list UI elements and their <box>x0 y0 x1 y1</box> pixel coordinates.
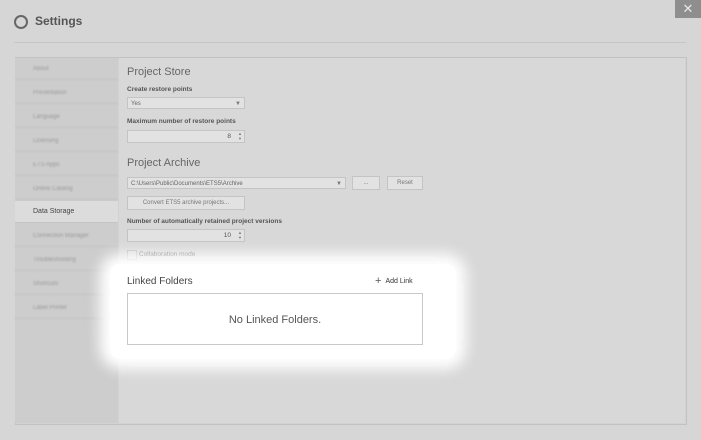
linked-folders-list: No Linked Folders. <box>127 293 423 345</box>
retained-versions-value: 10 <box>223 232 231 239</box>
restore-points-value: Yes <box>131 101 141 107</box>
sidebar-item-troubleshooting[interactable]: Troubleshooting <box>15 249 118 271</box>
sidebar-item-language[interactable]: Language <box>15 106 118 128</box>
project-archive-title: Project Archive <box>127 157 201 169</box>
sidebar-item-label-printer[interactable]: Label Printer <box>15 297 118 319</box>
stepper-arrows-icon[interactable]: ▲ ▼ <box>238 131 242 141</box>
collaboration-mode-checkbox[interactable] <box>127 250 137 260</box>
sidebar-item-about[interactable]: About <box>15 58 118 80</box>
add-link-label: Add Link <box>385 278 413 285</box>
close-button[interactable]: ✕ <box>675 0 701 18</box>
restore-points-label: Create restore points <box>127 86 193 93</box>
project-store-title: Project Store <box>127 66 191 78</box>
sidebar-item-licensing[interactable]: Licensing <box>15 130 118 152</box>
sidebar-item-ets-apps[interactable]: ETS Apps <box>15 154 118 176</box>
chevron-down-icon: ▼ <box>235 101 241 107</box>
restore-points-select[interactable]: Yes ▼ <box>127 97 245 109</box>
reset-button[interactable]: Reset <box>387 176 423 190</box>
retained-versions-label: Number of automatically retained project… <box>127 218 282 225</box>
settings-window: Settings ✕ About Presentation Language L… <box>0 0 701 440</box>
title-divider <box>14 42 686 43</box>
empty-state-text: No Linked Folders. <box>228 314 322 326</box>
max-restore-stepper[interactable]: 8 ▲ ▼ <box>127 130 245 143</box>
linked-folders-title: Linked Folders <box>127 276 193 287</box>
sidebar-item-online-catalog[interactable]: Online Catalog <box>15 178 118 200</box>
sidebar-item-shortcuts[interactable]: Shortcuts <box>15 273 118 295</box>
retained-versions-stepper[interactable]: 10 ▲ ▼ <box>127 229 245 242</box>
app-logo-icon <box>14 15 28 29</box>
collaboration-mode-label: Collaboration mode <box>139 251 196 258</box>
max-restore-label: Maximum number of restore points <box>127 118 236 125</box>
archive-path-value: C:\Users\Public\Documents\ETS5\Archive <box>131 181 243 187</box>
browse-button[interactable]: ... <box>352 176 380 190</box>
add-link-button[interactable]: + Add Link <box>375 275 413 287</box>
sidebar-item-presentation[interactable]: Presentation <box>15 82 118 104</box>
sidebar-item-connection-manager[interactable]: Connection Manager <box>15 225 118 247</box>
archive-path-select[interactable]: C:\Users\Public\Documents\ETS5\Archive ▼ <box>127 177 346 189</box>
max-restore-value: 8 <box>227 133 231 140</box>
stepper-arrows-icon[interactable]: ▲ ▼ <box>238 230 242 240</box>
convert-archive-button[interactable]: Convert ETS5 archive projects... <box>127 196 245 210</box>
sidebar-item-data-storage[interactable]: Data Storage <box>15 201 118 223</box>
settings-sidebar: About Presentation Language Licensing ET… <box>15 58 118 423</box>
plus-icon: + <box>375 275 382 287</box>
chevron-down-icon: ▼ <box>336 181 342 187</box>
title-bar: Settings <box>0 0 701 42</box>
window-title: Settings <box>35 14 83 28</box>
